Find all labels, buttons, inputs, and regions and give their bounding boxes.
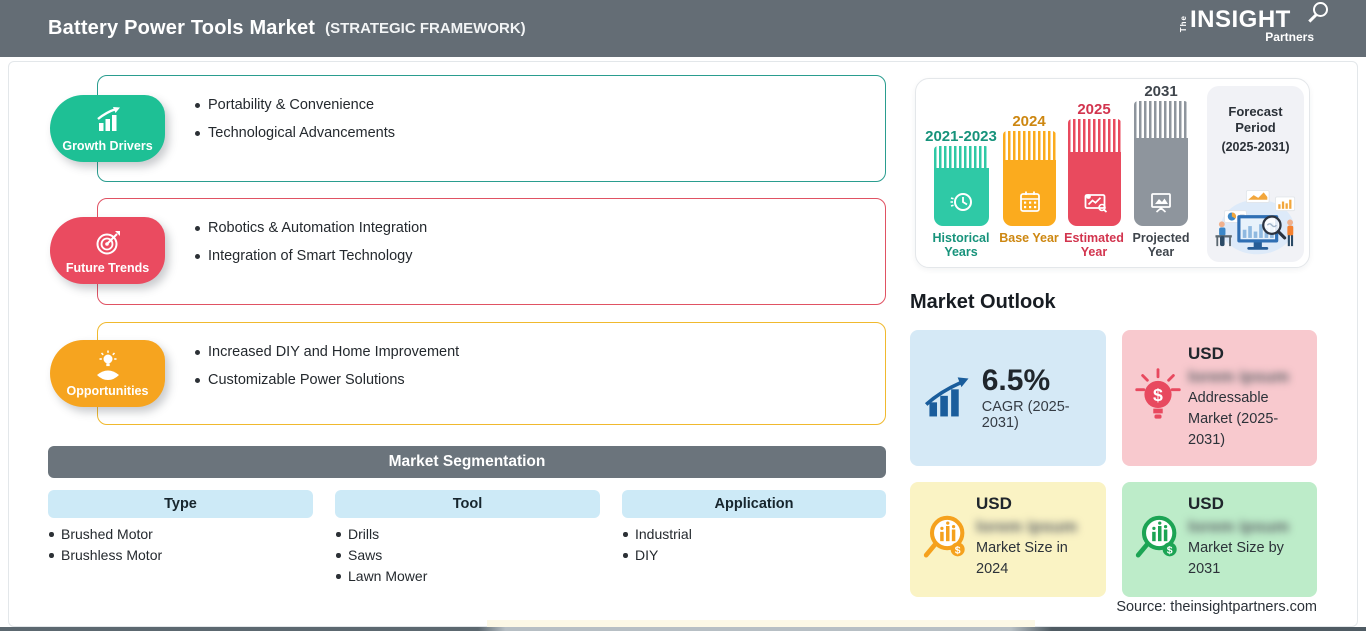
addressable-market-card: $ USD lorem ipsum Addressable Market (20… (1122, 330, 1317, 466)
blurred-value: lorem ipsum (1188, 517, 1290, 536)
bulb-dollar-icon: $ (1135, 368, 1181, 419)
segment-header-tool: Tool (335, 490, 600, 518)
timeline-card: 2021-2023 2024 2025 2031 Historical Year… (915, 78, 1310, 268)
cagr-label: CAGR (2025-2031) (981, 399, 1070, 431)
logo-insight-text: INSIGHT (1190, 6, 1291, 33)
projection-screen-icon (1151, 193, 1171, 213)
header-bar: Battery Power Tools Market (STRATEGIC FR… (0, 0, 1366, 57)
logo-the-text: The (1179, 14, 1188, 32)
segment-header-application: Application (622, 490, 886, 518)
tool-list: Drills Saws Lawn Mower (335, 524, 427, 587)
opportunities-badge: Opportunities (50, 340, 165, 407)
currency-label: USD (1188, 344, 1224, 363)
insight-partners-logo: The INSIGHT Partners (1179, 2, 1328, 44)
calendar-icon (1019, 191, 1040, 212)
list-item: Brushless Motor (48, 545, 162, 566)
opportunities-box: Increased DIY and Home Improvement Custo… (97, 322, 886, 425)
blurred-value: lorem ipsum (1188, 367, 1290, 386)
forecast-period-panel: Forecast Period (2025-2031) (1207, 86, 1304, 262)
list-item: DIY (622, 545, 692, 566)
list-item: Lawn Mower (335, 566, 427, 587)
list-item: Saws (335, 545, 427, 566)
list-item: Robotics & Automation Integration (193, 214, 865, 242)
list-item: Portability & Convenience (193, 91, 865, 119)
future-trends-box: Robotics & Automation Integration Integr… (97, 198, 886, 305)
svg-text:$: $ (955, 544, 961, 556)
magnifier-icon (1313, 2, 1328, 17)
timeline-year: 2025 (1077, 101, 1111, 118)
timeline-caption: Estimated Year (1064, 231, 1124, 259)
market-outlook-heading: Market Outlook (910, 291, 1056, 313)
bottom-divider (0, 627, 1366, 631)
svg-text:$: $ (1167, 544, 1173, 556)
badge-label: Future Trends (65, 261, 150, 275)
list-item: Drills (335, 524, 427, 545)
timeline-caption: Historical Years (932, 231, 990, 259)
bottom-cream-strip (487, 620, 1035, 627)
type-list: Brushed Motor Brushless Motor (48, 524, 162, 566)
timeline-year: 2021-2023 (925, 128, 997, 145)
list-item: Technological Advancements (193, 119, 865, 147)
list-item: Integration of Smart Technology (193, 242, 865, 270)
application-list: Industrial DIY (622, 524, 692, 566)
magnifier-chart-dollar-icon: $ (1135, 515, 1177, 557)
projected-year-bar (1134, 101, 1188, 226)
cagr-value: 6.5% (981, 364, 1051, 397)
future-trends-badge: Future Trends (50, 217, 165, 284)
target-dart-icon (96, 231, 120, 255)
analytics-illustration (1215, 190, 1296, 255)
timeline-year: 2031 (1144, 83, 1178, 100)
estimate-monitor-icon (1084, 194, 1107, 213)
currency-label: USD (1188, 494, 1224, 513)
svg-text:$: $ (1153, 385, 1163, 405)
badge-label: Growth Drivers (62, 139, 153, 153)
cagr-card: 6.5% CAGR (2025-2031) (910, 330, 1106, 466)
bulb-hand-icon (96, 350, 119, 380)
estimated-year-bar (1068, 119, 1121, 226)
forecast-range: (2025-2031) (1221, 140, 1290, 154)
magnifier-chart-dollar-icon: $ (923, 515, 965, 557)
currency-label: USD (976, 494, 1012, 513)
growth-drivers-box: Portability & Convenience Technological … (97, 75, 886, 182)
card-label: Market Size by 2031 (1188, 540, 1284, 577)
timeline-caption: Projected Year (1132, 231, 1190, 259)
list-item: Increased DIY and Home Improvement (193, 338, 865, 366)
clock-icon (950, 193, 972, 211)
forecast-title: Forecast Period (1228, 104, 1283, 135)
page-title: Battery Power Tools Market (48, 17, 316, 39)
historical-years-bar (934, 146, 989, 226)
market-size-2031-card: $ USD lorem ipsum Market Size by 2031 (1122, 482, 1317, 597)
badge-label: Opportunities (66, 384, 149, 398)
page-subtitle: (STRATEGIC FRAMEWORK) (325, 20, 526, 37)
blurred-value: lorem ipsum (976, 517, 1078, 536)
growth-drivers-badge: Growth Drivers (50, 95, 165, 162)
segment-header-type: Type (48, 490, 313, 518)
card-label: Addressable Market (2025-2031) (1188, 390, 1279, 448)
growth-bars-arrow-icon (924, 377, 969, 417)
source-text: Source: theinsightpartners.com (1116, 599, 1317, 615)
card-label: Market Size in 2024 (976, 540, 1068, 577)
list-item: Customizable Power Solutions (193, 366, 865, 394)
market-size-2024-card: $ USD lorem ipsum Market Size in 2024 (910, 482, 1106, 597)
market-segmentation-bar: Market Segmentation (48, 446, 886, 478)
list-item: Brushed Motor (48, 524, 162, 545)
base-year-bar (1003, 131, 1056, 226)
list-item: Industrial (622, 524, 692, 545)
timeline-caption: Base Year (999, 231, 1059, 245)
growth-chart-icon (96, 107, 120, 131)
